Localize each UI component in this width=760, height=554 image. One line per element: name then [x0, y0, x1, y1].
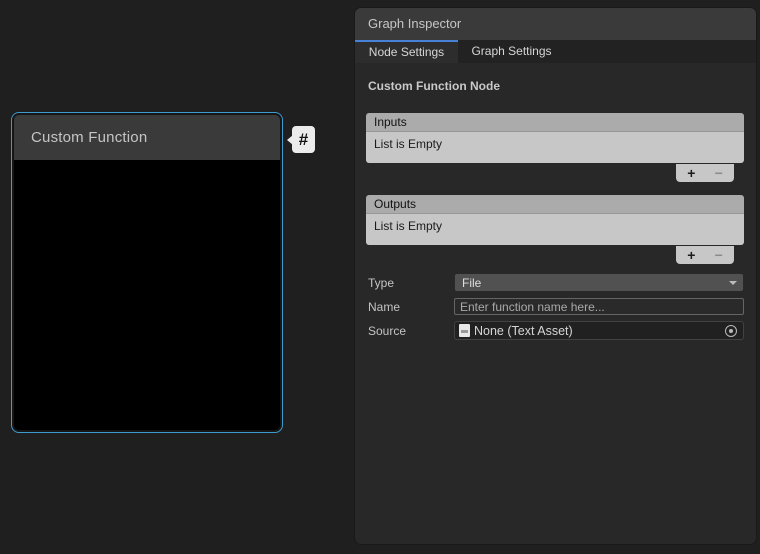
name-row: Name — [366, 297, 744, 316]
object-picker-icon[interactable] — [725, 325, 737, 337]
outputs-list-header: Outputs — [366, 195, 744, 214]
chevron-down-icon — [729, 281, 737, 285]
inputs-remove-button[interactable]: − — [707, 165, 731, 181]
source-object-value: None (Text Asset) — [474, 324, 725, 338]
type-row: Type File — [366, 273, 744, 292]
inputs-list-footer-row: + − — [366, 164, 744, 182]
source-label: Source — [366, 324, 454, 338]
inputs-add-button[interactable]: + — [679, 165, 703, 181]
graph-inspector-panel: Graph Inspector Node Settings Graph Sett… — [355, 8, 756, 544]
outputs-add-button[interactable]: + — [679, 247, 703, 263]
outputs-empty-label: List is Empty — [366, 216, 744, 236]
node-hash-badge[interactable]: # — [292, 126, 315, 153]
tab-node-settings[interactable]: Node Settings — [355, 40, 458, 63]
outputs-list-body: List is Empty — [366, 214, 744, 245]
inputs-list-header: Inputs — [366, 113, 744, 132]
function-name-input[interactable] — [454, 298, 744, 315]
type-label: Type — [366, 276, 454, 290]
node-properties: Type File Name Source — [366, 273, 744, 340]
inspector-tabbar: Node Settings Graph Settings — [355, 40, 756, 63]
text-asset-icon — [459, 324, 470, 337]
inspector-content: Custom Function Node Inputs List is Empt… — [355, 63, 756, 340]
outputs-list: Outputs List is Empty + − — [366, 195, 744, 264]
node-title[interactable]: Custom Function — [14, 115, 280, 160]
hash-icon: # — [299, 130, 308, 150]
node-preview-body — [14, 160, 280, 430]
panel-title: Graph Inspector — [355, 8, 756, 40]
inputs-empty-label: List is Empty — [366, 134, 744, 154]
type-dropdown-value: File — [462, 276, 481, 290]
outputs-list-footer-row: + − — [366, 246, 744, 264]
inputs-list: Inputs List is Empty + − — [366, 113, 744, 182]
node-settings-heading: Custom Function Node — [368, 79, 744, 93]
name-label: Name — [366, 300, 454, 314]
outputs-list-footer: + − — [676, 246, 734, 264]
custom-function-node[interactable]: Custom Function — [11, 112, 283, 433]
source-object-field[interactable]: None (Text Asset) — [454, 321, 744, 340]
type-dropdown[interactable]: File — [454, 273, 744, 292]
inputs-list-footer: + − — [676, 164, 734, 182]
inputs-list-body: List is Empty — [366, 132, 744, 163]
tab-graph-settings[interactable]: Graph Settings — [458, 40, 565, 63]
source-row: Source None (Text Asset) — [366, 321, 744, 340]
outputs-remove-button[interactable]: − — [707, 247, 731, 263]
